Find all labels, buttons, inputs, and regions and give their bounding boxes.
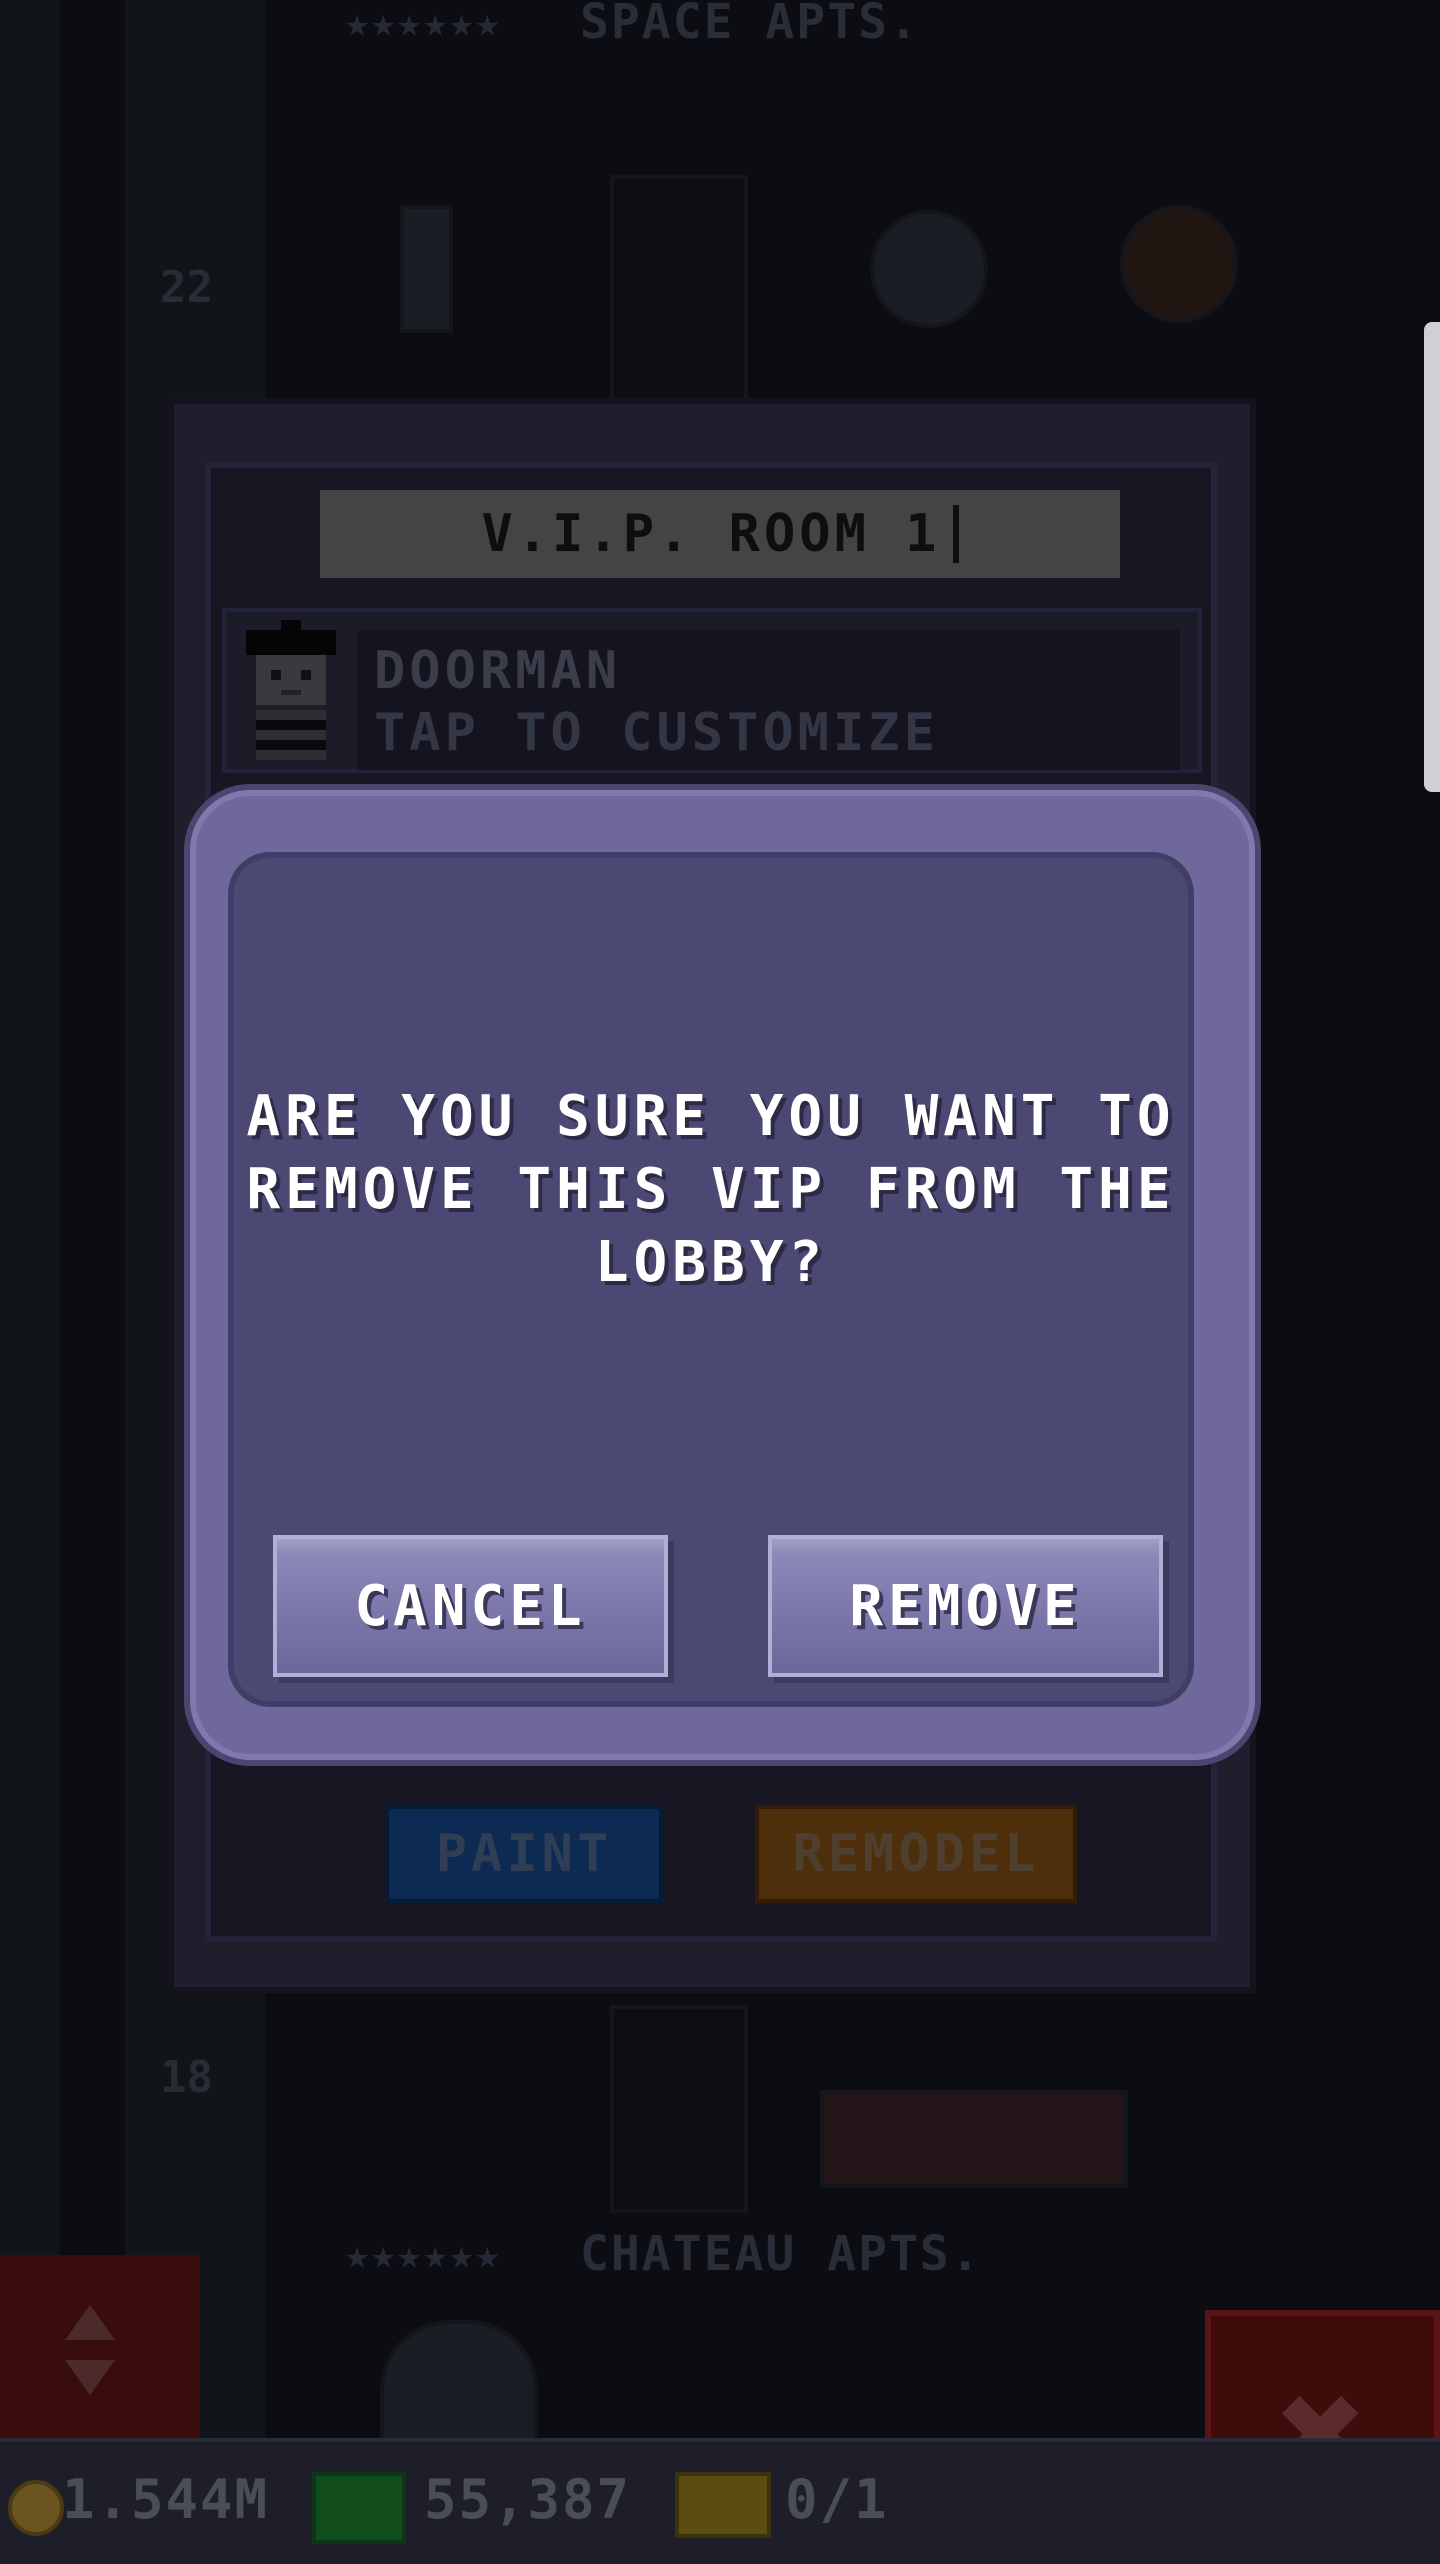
bg-arch [380, 2320, 538, 2448]
confirm-message-line-3: LOBBY? [594, 1230, 828, 1295]
confirm-message-line-2: REMOVE THIS VIP FROM THE [246, 1157, 1176, 1222]
floor-stars: ★★★★★★ [345, 0, 502, 46]
floor-stars-lower: ★★★★★★ [345, 2232, 502, 2278]
floor-name-space-apts: SPACE APTS. [580, 0, 920, 50]
bg-edge-left [0, 0, 60, 2560]
bg-sofa [820, 2090, 1128, 2188]
room-name-field[interactable]: V.I.P. ROOM 1 [320, 490, 1120, 578]
bg-tenant [870, 210, 988, 328]
text-caret [952, 505, 959, 563]
bux-icon [312, 2472, 406, 2544]
paint-button[interactable]: PAINT [385, 1805, 663, 1903]
doorman-info[interactable]: DOORMAN TAP TO CUSTOMIZE [358, 630, 1180, 770]
coin-count: 1.544M [62, 2468, 270, 2531]
room-name-text: V.I.P. ROOM 1 [481, 504, 941, 564]
staff-customize-hint: TAP TO CUSTOMIZE [374, 703, 939, 763]
confirm-message-line-1: ARE YOU SURE YOU WANT TO [246, 1084, 1176, 1149]
floor-number-22: 22 [160, 262, 213, 313]
elevator-button[interactable] [0, 2255, 200, 2445]
confirm-message: ARE YOU SURE YOU WANT TO REMOVE THIS VIP… [228, 1080, 1194, 1299]
bg-tenant [1120, 205, 1238, 323]
bux-count: 55,387 [424, 2468, 632, 2531]
floor-number-18: 18 [160, 2052, 213, 2103]
bg-door [400, 205, 453, 333]
doorman-avatar [246, 620, 336, 760]
ticket-icon [675, 2472, 771, 2538]
bg-doorway [610, 175, 748, 403]
remove-button[interactable]: REMOVE [768, 1535, 1163, 1677]
elevator-arrows-icon [65, 2305, 115, 2395]
staff-role-label: DOORMAN [374, 641, 622, 701]
ticket-count: 0/1 [785, 2468, 889, 2531]
side-scroll-tab[interactable] [1424, 322, 1440, 792]
bg-doorway-lower [610, 2005, 748, 2213]
cancel-button[interactable]: CANCEL [273, 1535, 668, 1677]
coin-icon [8, 2480, 64, 2536]
remodel-button[interactable]: REMODEL [755, 1805, 1077, 1903]
floor-name-chateau-apts: CHATEAU APTS. [580, 2226, 982, 2282]
